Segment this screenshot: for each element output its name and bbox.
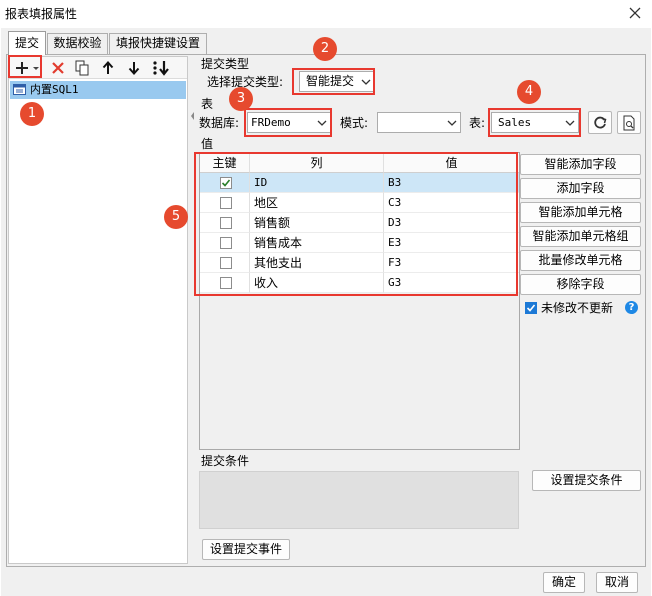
highlight-values-table [194,152,518,296]
tab-data-validation[interactable]: 数据校验 [47,33,108,54]
list-item-label: 内置SQL1 [30,83,79,96]
badge-2: 2 [313,37,337,61]
move-up-icon[interactable] [99,59,117,77]
no-update-checkbox[interactable] [525,302,537,314]
table-section-title: 表 [201,97,214,111]
submit-type-section-title: 提交类型 [201,57,250,71]
refresh-icon [592,116,608,134]
badge-5: 5 [164,205,188,229]
smart-add-cell-group-button[interactable]: 智能添加单元格组 [520,226,641,247]
set-condition-button[interactable]: 设置提交条件 [532,470,641,491]
smart-add-field-button[interactable]: 智能添加字段 [520,154,641,175]
badge-1: 1 [20,102,44,126]
database-label: 数据库: [199,116,240,130]
highlight-submit-type [292,68,375,95]
ok-button[interactable]: 确定 [543,572,585,593]
batch-modify-cell-button[interactable]: 批量修改单元格 [520,250,641,271]
set-event-button[interactable]: 设置提交事件 [202,539,290,560]
badge-3: 3 [229,87,253,111]
condition-section-title: 提交条件 [201,454,250,468]
table-label: 表: [469,116,486,130]
highlight-add-button [8,55,42,78]
title-bar: 报表填报属性 [0,0,652,28]
values-section-title: 值 [201,137,214,151]
list-item-sql[interactable]: 内置SQL1 [10,81,186,99]
preview-button[interactable] [617,111,641,134]
cancel-button[interactable]: 取消 [596,572,638,593]
close-icon[interactable] [626,4,644,22]
help-icon[interactable]: ? [625,301,638,314]
highlight-database [244,108,332,137]
badge-4: 4 [517,80,541,104]
mode-label: 模式: [340,116,369,130]
add-field-button[interactable]: 添加字段 [520,178,641,199]
chevron-down-icon [443,113,460,132]
database-icon [13,84,27,96]
window-title: 报表填报属性 [5,7,78,21]
left-panel: 内置SQL1 [8,56,188,564]
mode-select[interactable] [377,112,461,133]
tab-shortcut-settings[interactable]: 填报快捷键设置 [109,33,207,54]
remove-field-button[interactable]: 移除字段 [520,274,641,295]
highlight-table [488,108,581,137]
no-update-label: 未修改不更新 [541,301,614,315]
copy-icon[interactable] [73,59,91,77]
tab-submit[interactable]: 提交 [8,31,46,55]
move-down-icon[interactable] [125,59,143,77]
delete-icon[interactable] [49,59,67,77]
preview-icon [621,115,637,134]
condition-area [199,471,519,529]
smart-add-cell-button[interactable]: 智能添加单元格 [520,202,641,223]
refresh-button[interactable] [588,111,612,134]
sort-icon[interactable] [151,59,171,77]
